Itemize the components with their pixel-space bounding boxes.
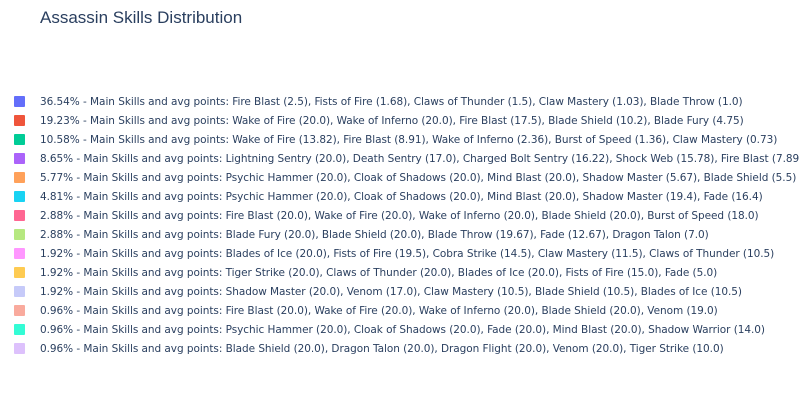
legend-swatch [14,191,25,202]
legend-swatch [14,286,25,297]
legend-label: 1.92% - Main Skills and avg points: Shad… [40,285,742,298]
legend-item[interactable]: 8.65% - Main Skills and avg points: Ligh… [14,149,800,168]
legend-label: 2.88% - Main Skills and avg points: Blad… [40,228,709,241]
legend-label: 1.92% - Main Skills and avg points: Blad… [40,247,775,260]
legend-swatch [14,115,25,126]
legend-swatch [14,343,25,354]
legend-label: 0.96% - Main Skills and avg points: Fire… [40,304,718,317]
legend-swatch [14,172,25,183]
legend-label: 5.77% - Main Skills and avg points: Psyc… [40,171,797,184]
legend-label: 2.88% - Main Skills and avg points: Fire… [40,209,759,222]
legend-item[interactable]: 5.77% - Main Skills and avg points: Psyc… [14,168,798,187]
legend-item[interactable]: 1.92% - Main Skills and avg points: Blad… [14,244,798,263]
legend-item[interactable]: 4.81% - Main Skills and avg points: Psyc… [14,187,798,206]
legend-swatch [14,229,25,240]
legend-label: 10.58% - Main Skills and avg points: Wak… [40,133,778,146]
legend-swatch [14,305,25,316]
legend-label: 4.81% - Main Skills and avg points: Psyc… [40,190,763,203]
legend-label: 19.23% - Main Skills and avg points: Wak… [40,114,744,127]
legend-label: 36.54% - Main Skills and avg points: Fir… [40,95,743,108]
legend-swatch [14,248,25,259]
legend-swatch [14,210,25,221]
legend-swatch [14,153,25,164]
legend-swatch [14,324,25,335]
legend-item[interactable]: 0.96% - Main Skills and avg points: Psyc… [14,320,798,339]
legend-item[interactable]: 0.96% - Main Skills and avg points: Fire… [14,301,798,320]
chart-title: Assassin Skills Distribution [40,8,243,27]
legend-swatch [14,267,25,278]
legend: 36.54% - Main Skills and avg points: Fir… [14,92,800,358]
legend-item[interactable]: 2.88% - Main Skills and avg points: Blad… [14,225,798,244]
legend-label: 0.96% - Main Skills and avg points: Blad… [40,342,724,355]
legend-label: 1.92% - Main Skills and avg points: Tige… [40,266,718,279]
legend-item[interactable]: 36.54% - Main Skills and avg points: Fir… [14,92,798,111]
legend-label: 8.65% - Main Skills and avg points: Ligh… [40,152,800,165]
legend-item[interactable]: 10.58% - Main Skills and avg points: Wak… [14,130,798,149]
legend-label: 0.96% - Main Skills and avg points: Psyc… [40,323,765,336]
legend-item[interactable]: 1.92% - Main Skills and avg points: Tige… [14,263,798,282]
legend-item[interactable]: 0.96% - Main Skills and avg points: Blad… [14,339,798,358]
legend-item[interactable]: 2.88% - Main Skills and avg points: Fire… [14,206,798,225]
legend-item[interactable]: 1.92% - Main Skills and avg points: Shad… [14,282,798,301]
legend-item[interactable]: 19.23% - Main Skills and avg points: Wak… [14,111,798,130]
legend-swatch [14,96,25,107]
legend-swatch [14,134,25,145]
